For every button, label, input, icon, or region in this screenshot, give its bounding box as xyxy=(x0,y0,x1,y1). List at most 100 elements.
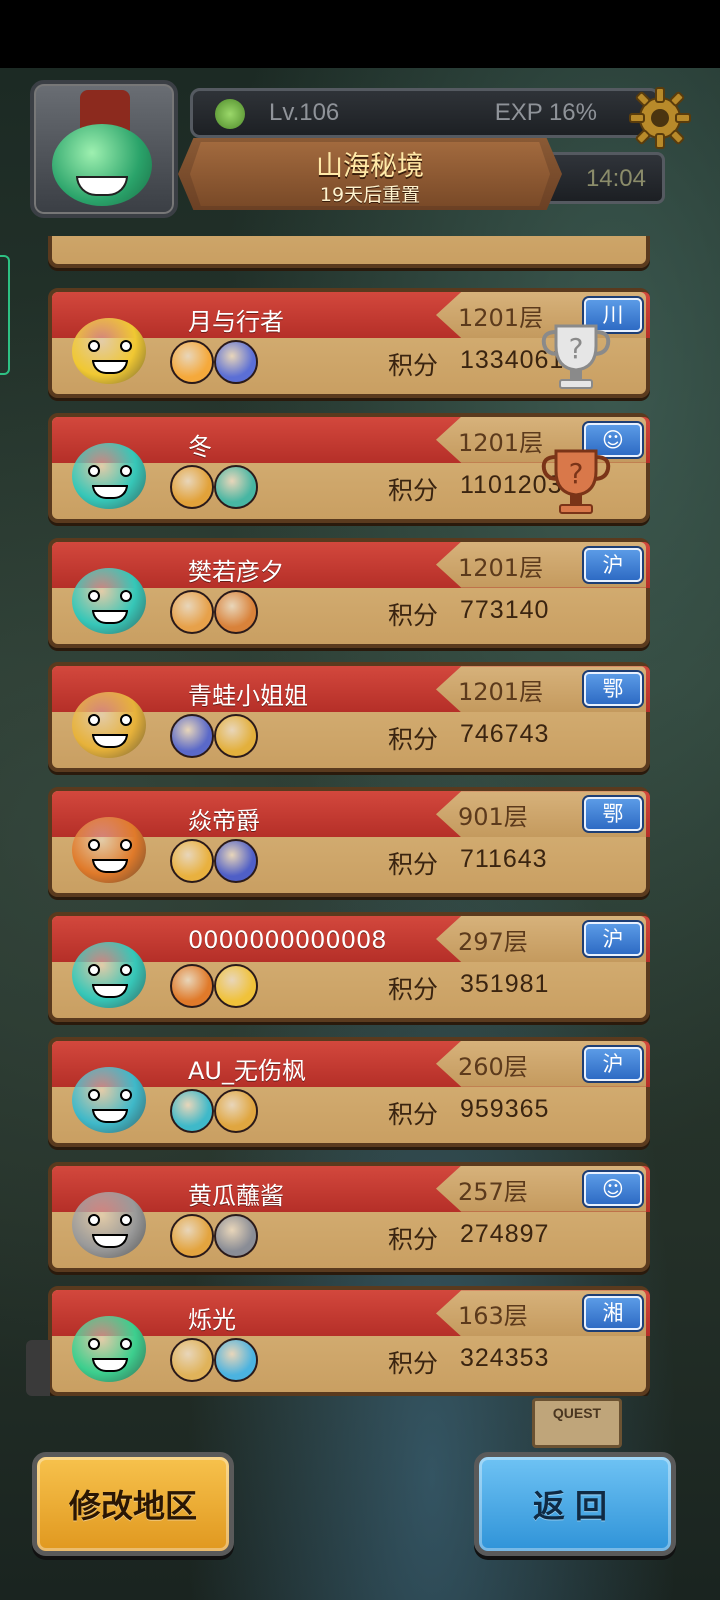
change-region-label: 修改地区 xyxy=(68,1487,197,1525)
list-item[interactable]: 烁光 163层 湘积分 324353 xyxy=(48,1286,650,1396)
avatar-eye xyxy=(120,589,132,602)
avatar-eye xyxy=(88,964,100,976)
score-label: 积分 xyxy=(388,1099,439,1129)
avatar-eye xyxy=(120,464,132,477)
pet-icon xyxy=(170,1088,214,1133)
floor-count: 1201层 xyxy=(458,678,544,707)
avatar-face xyxy=(72,442,146,509)
level-bar: Lv.106 EXP 16% xyxy=(190,88,660,138)
change-region-button[interactable]: 修改地区 xyxy=(32,1452,234,1556)
list-item[interactable] xyxy=(48,236,650,268)
player-avatar[interactable] xyxy=(58,1045,162,1143)
back-label: 返回 xyxy=(532,1487,617,1525)
player-header: Lv.106 EXP 16% 14:04 山海秘境 19天后重置 xyxy=(30,80,692,220)
pet-icon xyxy=(214,589,258,634)
player-avatar[interactable] xyxy=(58,296,162,394)
svg-text:?: ? xyxy=(569,332,584,365)
avatar-eye xyxy=(120,1213,132,1226)
score-value: 773140 xyxy=(460,595,550,624)
score-label: 积分 xyxy=(388,975,439,1004)
edge-handle[interactable] xyxy=(0,255,10,375)
svg-text:?: ? xyxy=(569,457,584,490)
page-title: 山海秘境 xyxy=(316,151,424,182)
player-name: 青蛙小姐姐 xyxy=(188,682,308,711)
exp-text: EXP 16% xyxy=(494,99,597,126)
time-text: 14:04 xyxy=(585,165,646,192)
region-badge: 湘 xyxy=(584,1296,642,1331)
player-name: 黄瓜蘸酱 xyxy=(188,1181,284,1210)
score-label: 积分 xyxy=(388,600,439,630)
avatar-eye xyxy=(88,1213,100,1226)
ranking-list[interactable]: 月与行者 1201层川积分 1334061? 冬 1201层 ☺ 积分 1101203? 樊若彦… xyxy=(48,236,650,1396)
avatar-face xyxy=(72,942,146,1008)
avatar-face xyxy=(72,1316,146,1383)
avatar-eye xyxy=(120,964,132,976)
pet-icon xyxy=(214,839,258,884)
score-label: 积分 xyxy=(388,850,439,880)
avatar-face xyxy=(72,1191,146,1258)
region-badge: 鄂 xyxy=(584,672,642,707)
list-item[interactable]: AU_无伤枫 260层 沪积分 959365 xyxy=(48,1036,650,1147)
player-name: 0000000000008 xyxy=(188,926,387,954)
score-value: 959365 xyxy=(460,1094,550,1123)
side-rail xyxy=(26,1340,50,1396)
pet-icon xyxy=(214,714,258,759)
pet-icon xyxy=(170,340,214,384)
status-bar xyxy=(0,0,720,68)
back-button[interactable]: 返回 xyxy=(474,1452,676,1556)
level-text: Lv.106 xyxy=(269,99,340,126)
trophy-icon: ? xyxy=(541,449,611,514)
pet-icon xyxy=(214,464,258,509)
player-name: 月与行者 xyxy=(188,308,284,336)
pet-icon xyxy=(170,714,214,759)
list-item[interactable]: 月与行者 1201层川积分 1334061? xyxy=(48,288,650,398)
gear-icon[interactable] xyxy=(628,86,692,150)
list-item[interactable]: 樊若彦夕 1201层 沪积分 773140 xyxy=(48,537,650,648)
floor-count: 257层 xyxy=(458,1177,528,1206)
player-avatar[interactable] xyxy=(58,421,162,519)
list-item[interactable]: 焱帝爵 901层 鄂积分 711643 xyxy=(48,787,650,898)
avatar-face xyxy=(72,1066,146,1133)
region-badge: 鄂 xyxy=(584,797,642,832)
player-name: 烁光 xyxy=(188,1306,236,1335)
floor-count: 163层 xyxy=(458,1302,528,1331)
list-item[interactable]: 青蛙小姐姐 1201层 鄂积分 746743 xyxy=(48,662,650,773)
floor-count: 1201层 xyxy=(458,553,544,582)
trophy-icon: ? xyxy=(541,324,611,389)
player-avatar[interactable] xyxy=(58,920,162,1018)
floor-count: 297层 xyxy=(458,928,528,956)
reset-countdown: 19天后重置 xyxy=(319,184,421,206)
player-avatar[interactable] xyxy=(58,1170,162,1268)
pet-icon xyxy=(170,1213,214,1258)
player-name: 冬 xyxy=(188,432,212,461)
player-avatar[interactable] xyxy=(58,1294,162,1392)
pet-icon xyxy=(170,1338,214,1383)
region-badge: 沪 xyxy=(584,922,642,956)
pet-icon xyxy=(214,1338,258,1383)
player-avatar[interactable] xyxy=(58,670,162,768)
score-label: 积分 xyxy=(388,1224,439,1254)
avatar-eye xyxy=(120,340,132,352)
avatar-eye xyxy=(88,340,100,352)
player-name: AU_无伤枫 xyxy=(188,1056,306,1085)
leaf-icon xyxy=(215,99,245,129)
quest-sign: QUEST xyxy=(532,1398,622,1448)
floor-count: 1201层 xyxy=(458,304,544,332)
list-item[interactable]: 冬 1201层 ☺ 积分 1101203? xyxy=(48,412,650,523)
region-badge: 沪 xyxy=(584,1046,642,1081)
player-avatar[interactable] xyxy=(58,546,162,644)
score-value: 324353 xyxy=(460,1344,550,1373)
score-label: 积分 xyxy=(388,725,439,755)
avatar-face xyxy=(72,692,146,759)
avatar-face xyxy=(72,817,146,884)
list-item[interactable]: 黄瓜蘸酱 257层 ☺ 积分 274897 xyxy=(48,1161,650,1272)
region-badge: 沪 xyxy=(584,547,642,582)
player-avatar[interactable] xyxy=(58,795,162,893)
pet-icon xyxy=(214,340,258,384)
player-avatar[interactable] xyxy=(30,80,178,218)
pet-icon xyxy=(170,589,214,634)
avatar-eye xyxy=(88,464,100,477)
pet-icon xyxy=(214,1088,258,1133)
floor-count: 260层 xyxy=(458,1052,528,1081)
list-item[interactable]: 0000000000008 297层 沪积分 351981 xyxy=(48,912,650,1022)
